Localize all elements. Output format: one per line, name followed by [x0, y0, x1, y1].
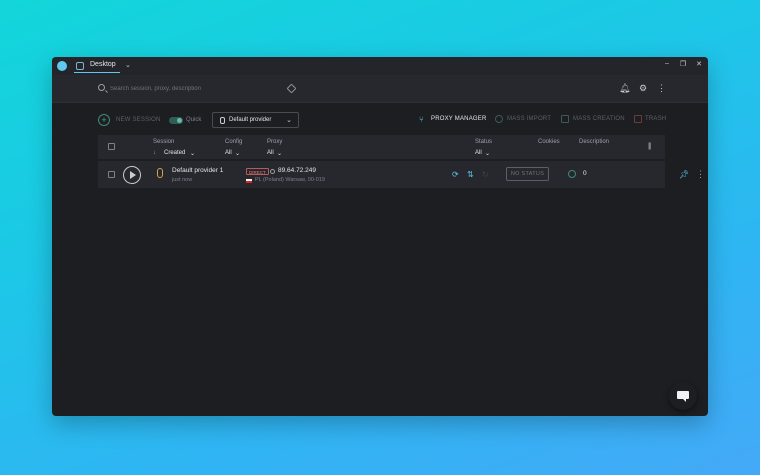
fingerprint-icon — [157, 168, 163, 178]
table-row[interactable]: Default provider 1 just now DIRECT 89.64… — [98, 160, 705, 188]
column-proxy: Proxy — [267, 139, 283, 145]
quick-label: Quick — [186, 117, 202, 123]
table-header: Session ↓ Created ⌄ Config All ⌄ Proxy A… — [98, 135, 665, 159]
gear-icon[interactable]: ⚙ — [639, 83, 647, 94]
trash-button[interactable]: TRASH — [645, 116, 666, 122]
chevron-down-icon: ⌄ — [190, 151, 196, 157]
column-cookies: Cookies — [538, 139, 560, 145]
mass-creation-icon — [561, 115, 569, 123]
cookie-count: 0 — [583, 170, 587, 177]
proxy-filter-select[interactable]: All — [267, 150, 274, 156]
fingerprint-icon — [220, 117, 225, 124]
cookie-icon — [568, 170, 576, 178]
toolbar: + NEW SESSION Quick Default provider ⌄ ⑂… — [52, 111, 708, 129]
chevron-down-icon: ⌄ — [485, 151, 491, 157]
quick-toggle[interactable] — [169, 117, 183, 124]
session-created-time: just now — [172, 177, 193, 183]
more-vertical-icon[interactable]: ⋮ — [657, 83, 666, 94]
trash-icon — [634, 115, 642, 123]
more-vertical-icon[interactable]: ⋮ — [696, 169, 705, 180]
sync-icon[interactable]: ↻ — [482, 170, 489, 179]
switch-proxy-icon[interactable]: ⇅ — [467, 170, 474, 179]
close-button[interactable]: ✕ — [694, 60, 704, 68]
row-checkbox[interactable] — [108, 171, 115, 178]
active-tab-indicator — [74, 72, 120, 73]
pin-icon[interactable]: 📌︎ — [679, 170, 689, 179]
flag-poland-icon — [246, 179, 252, 183]
config-filter-select[interactable]: All — [225, 150, 232, 156]
chevron-down-icon: ⌄ — [277, 151, 283, 157]
search-icon — [98, 84, 105, 91]
proxy-status-icon — [270, 169, 275, 174]
mass-creation-button[interactable]: MASS CREATION — [573, 116, 625, 122]
mass-import-button[interactable]: MASS IMPORT — [507, 116, 551, 122]
mass-import-icon — [495, 115, 503, 123]
proxy-type-badge: DIRECT — [246, 168, 269, 175]
column-config: Config — [225, 139, 243, 145]
proxy-manager-icon: ⑂ — [419, 115, 424, 124]
select-all-checkbox[interactable] — [108, 143, 115, 150]
status-badge[interactable]: NO STATUS — [506, 167, 549, 181]
new-session-button[interactable]: NEW SESSION — [116, 117, 161, 123]
bell-icon[interactable]: 🔔︎ — [619, 83, 630, 94]
session-sort-select[interactable]: Created — [164, 150, 185, 156]
play-button[interactable] — [123, 166, 141, 184]
proxy-ip[interactable]: 89.64.72.249 — [278, 167, 316, 174]
proxy-manager-button[interactable]: PROXY MANAGER — [431, 116, 487, 122]
sort-arrow-icon[interactable]: ↓ — [153, 150, 156, 156]
chat-button[interactable] — [669, 382, 697, 410]
tab-desktop[interactable]: Desktop — [90, 61, 116, 68]
app-window: Desktop ⌄ – ❐ ✕ 🔔︎ ⚙ ⋮ + NEW SESSION Qui… — [52, 57, 708, 416]
plus-circle-icon[interactable]: + — [98, 114, 110, 126]
minimize-button[interactable]: – — [662, 60, 672, 67]
desktop-tab-icon — [76, 62, 84, 70]
chevron-down-icon: ⌄ — [235, 151, 241, 157]
chevron-down-icon[interactable]: ⌄ — [125, 61, 131, 69]
provider-select-value: Default provider — [229, 117, 272, 123]
proxy-location: PL (Poland) Warsaw, 00-019 — [255, 177, 325, 183]
column-description: Description — [579, 139, 610, 145]
chevron-down-icon: ⌄ — [286, 117, 292, 124]
refresh-proxy-icon[interactable]: ⟳ — [452, 170, 459, 179]
app-logo-icon[interactable] — [57, 61, 67, 71]
search-input[interactable] — [110, 82, 290, 96]
title-bar: Desktop ⌄ – ❐ ✕ — [52, 57, 708, 75]
columns-settings-icon[interactable]: ||| — [648, 143, 652, 150]
maximize-button[interactable]: ❐ — [678, 60, 688, 68]
column-status: Status — [475, 139, 493, 145]
column-session: Session — [153, 139, 175, 145]
header: 🔔︎ ⚙ ⋮ — [52, 75, 708, 103]
session-name[interactable]: Default provider 1 — [172, 167, 223, 174]
provider-select[interactable]: Default provider ⌄ — [212, 112, 299, 128]
status-filter-select[interactable]: All — [475, 150, 482, 156]
